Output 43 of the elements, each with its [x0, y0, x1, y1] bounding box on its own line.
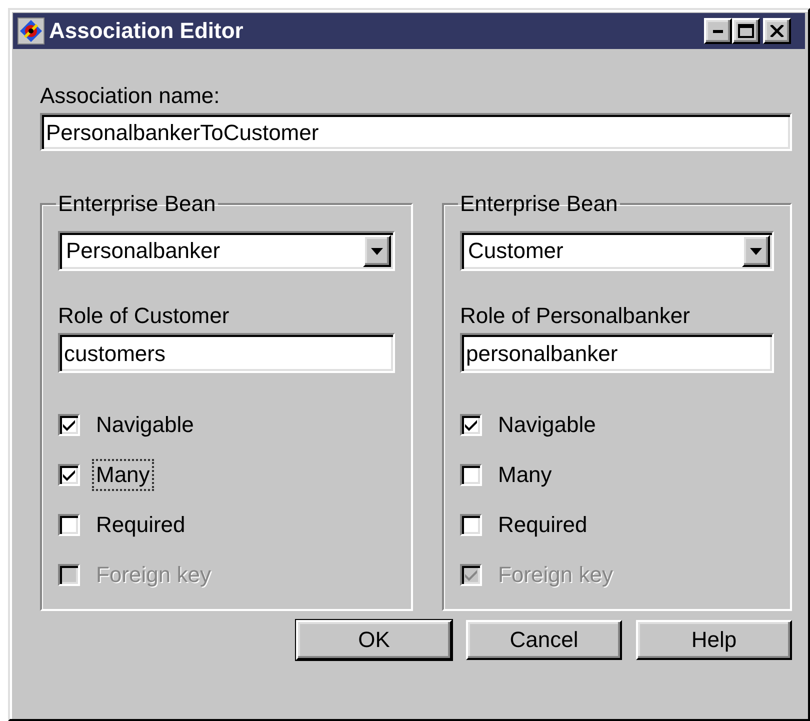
- maximize-icon: [738, 24, 754, 38]
- bean-dropdown[interactable]: Personalbanker: [58, 231, 395, 271]
- dialog-button[interactable]: Help: [636, 620, 792, 660]
- checkbox[interactable]: [460, 514, 482, 536]
- checkbox-label: Many: [497, 461, 553, 489]
- association-name-label: Association name:: [40, 83, 221, 109]
- down-triangle-icon: [371, 248, 383, 254]
- checkbox[interactable]: [58, 414, 80, 436]
- checkbox-label: Many: [92, 459, 154, 491]
- maximize-button[interactable]: [732, 18, 760, 44]
- checkbox-label: Foreign key: [497, 561, 614, 589]
- window-title: Association Editor: [49, 18, 244, 44]
- dropdown-arrow-button[interactable]: [742, 235, 770, 267]
- role-label: Role of Customer: [58, 303, 230, 329]
- dialog-button[interactable]: Cancel: [466, 620, 622, 660]
- checkbox[interactable]: [58, 464, 80, 486]
- association-name-field[interactable]: PersonalbankerToCustomer: [40, 113, 792, 151]
- check-mark-icon: [464, 419, 478, 431]
- minimize-button[interactable]: [704, 18, 732, 44]
- down-triangle-icon: [750, 248, 762, 254]
- checkbox-label: Navigable: [497, 411, 597, 439]
- checkbox-label: Required: [95, 511, 186, 539]
- dropdown-arrow-button[interactable]: [363, 235, 391, 267]
- checkbox-label: Navigable: [95, 411, 195, 439]
- close-icon: [770, 25, 784, 37]
- check-mark-icon: [62, 419, 76, 431]
- dialog-button[interactable]: OK: [296, 620, 452, 660]
- app-icon: [17, 17, 45, 45]
- role-field[interactable]: personalbanker: [460, 333, 774, 373]
- checkbox[interactable]: [58, 514, 80, 536]
- role-field[interactable]: customers: [58, 333, 395, 373]
- role-label: Role of Personalbanker: [460, 303, 691, 329]
- bean-dropdown[interactable]: Customer: [460, 231, 774, 271]
- checkbox-label: Foreign key: [95, 561, 212, 589]
- check-mark-icon: [464, 569, 478, 581]
- minimize-icon: [713, 30, 723, 32]
- check-mark-icon: [62, 469, 76, 481]
- checkbox[interactable]: [460, 414, 482, 436]
- group-title: Enterprise Bean: [459, 191, 619, 217]
- checkbox-label: Required: [497, 511, 588, 539]
- checkbox[interactable]: [460, 464, 482, 486]
- close-button[interactable]: [763, 18, 791, 44]
- group-title: Enterprise Bean: [57, 191, 217, 217]
